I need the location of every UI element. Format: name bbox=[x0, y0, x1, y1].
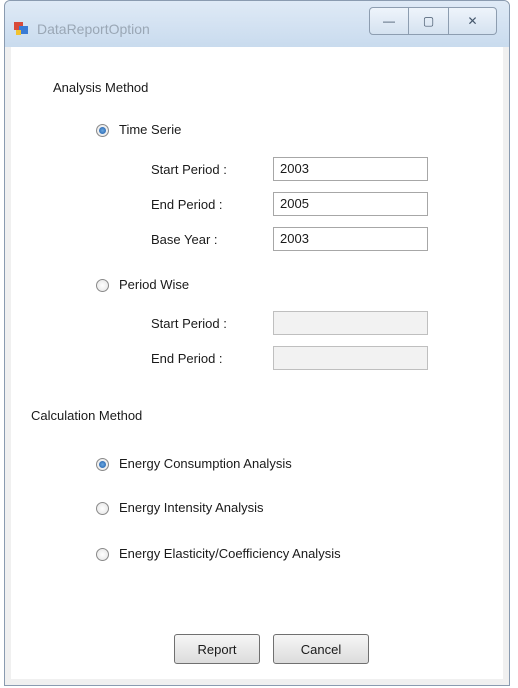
app-icon bbox=[14, 22, 28, 35]
pw-start-period-label: Start Period : bbox=[151, 316, 227, 331]
minimize-button[interactable]: — bbox=[369, 7, 409, 35]
energy-consumption-label[interactable]: Energy Consumption Analysis bbox=[119, 456, 292, 471]
energy-elasticity-radio[interactable] bbox=[96, 548, 109, 561]
ts-base-year-field[interactable]: 2003 bbox=[273, 227, 428, 251]
energy-elasticity-label[interactable]: Energy Elasticity/Coefficiency Analysis bbox=[119, 546, 341, 561]
time-serie-radio[interactable] bbox=[96, 124, 109, 137]
title-bar[interactable]: DataReportOption — ▢ ✕ bbox=[5, 1, 509, 47]
cancel-button[interactable]: Cancel bbox=[273, 634, 369, 664]
window-controls: — ▢ ✕ bbox=[369, 7, 497, 37]
ts-end-period-field[interactable]: 2005 bbox=[273, 192, 428, 216]
ts-start-period-label: Start Period : bbox=[151, 162, 227, 177]
period-wise-radio[interactable] bbox=[96, 279, 109, 292]
data-report-option-window: DataReportOption — ▢ ✕ Analysis Method T… bbox=[4, 0, 510, 686]
pw-start-period-field[interactable] bbox=[273, 311, 428, 335]
energy-consumption-radio[interactable] bbox=[96, 458, 109, 471]
close-button[interactable]: ✕ bbox=[449, 7, 497, 35]
dialog-body: Analysis Method Time Serie Start Period … bbox=[11, 47, 503, 679]
ts-start-period-field[interactable]: 2003 bbox=[273, 157, 428, 181]
pw-end-period-label: End Period : bbox=[151, 351, 223, 366]
analysis-method-heading: Analysis Method bbox=[53, 80, 149, 95]
ts-base-year-label: Base Year : bbox=[151, 232, 218, 247]
report-button[interactable]: Report bbox=[174, 634, 260, 664]
energy-intensity-label[interactable]: Energy Intensity Analysis bbox=[119, 500, 264, 515]
ts-end-period-label: End Period : bbox=[151, 197, 223, 212]
window-title: DataReportOption bbox=[37, 21, 150, 37]
period-wise-label[interactable]: Period Wise bbox=[119, 277, 189, 292]
time-serie-label[interactable]: Time Serie bbox=[119, 122, 181, 137]
energy-intensity-radio[interactable] bbox=[96, 502, 109, 515]
calculation-method-heading: Calculation Method bbox=[31, 408, 143, 423]
maximize-button[interactable]: ▢ bbox=[409, 7, 449, 35]
pw-end-period-field[interactable] bbox=[273, 346, 428, 370]
minimize-icon: — bbox=[383, 14, 395, 28]
maximize-icon: ▢ bbox=[422, 14, 435, 28]
close-icon: ✕ bbox=[467, 14, 478, 28]
